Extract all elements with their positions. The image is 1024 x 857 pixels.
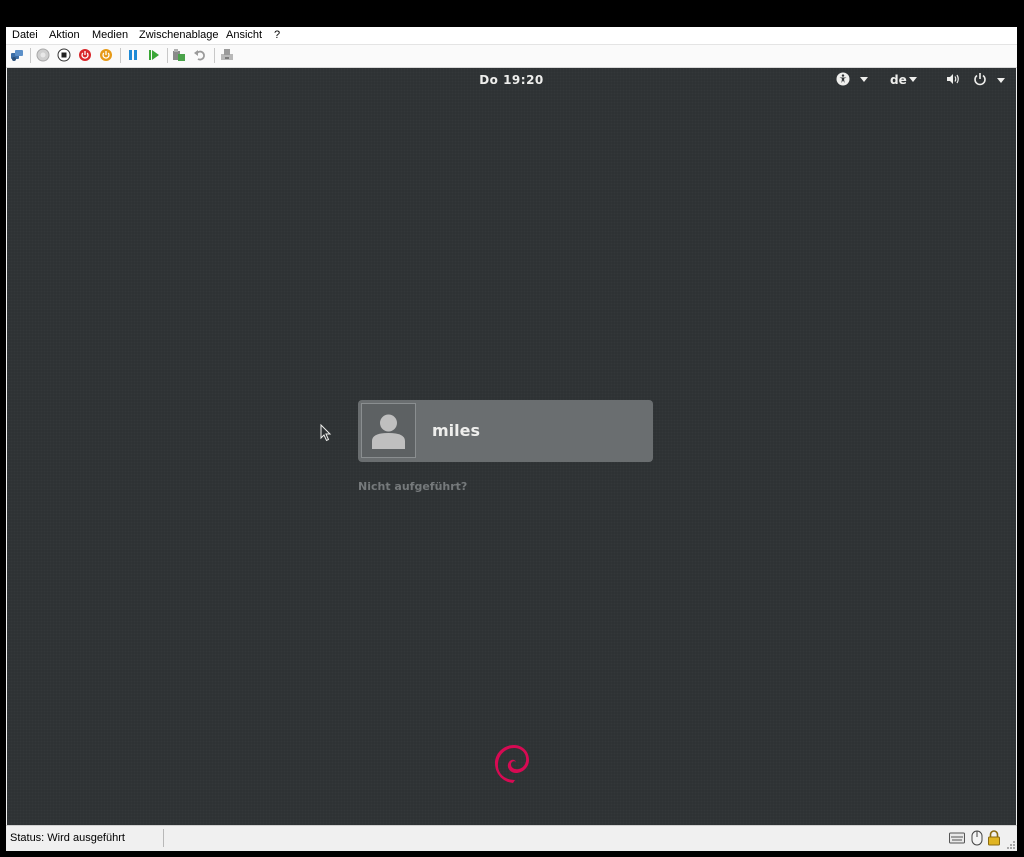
- user-list-item[interactable]: miles: [358, 400, 653, 462]
- pause-icon[interactable]: [126, 48, 140, 62]
- chevron-down-icon: [909, 77, 917, 82]
- accessibility-icon: [836, 72, 850, 86]
- avatar: [361, 403, 416, 458]
- menu-bar: Datei Aktion Medien Zwischenablage Ansic…: [6, 27, 1017, 45]
- toolbar: [6, 45, 1017, 68]
- menu-help[interactable]: ?: [274, 29, 280, 41]
- gnome-top-bar: Do 19:20 de: [7, 68, 1016, 92]
- keyboard-layout-menu[interactable]: de: [885, 68, 923, 90]
- resize-grip-icon[interactable]: [1007, 841, 1015, 849]
- volume-icon: [947, 74, 959, 84]
- start-icon[interactable]: [36, 48, 50, 62]
- turn-off-icon[interactable]: [57, 48, 71, 62]
- status-bar: Status: Wird ausgeführt: [6, 825, 1017, 851]
- ctrl-alt-del-icon[interactable]: [10, 48, 24, 62]
- system-menu[interactable]: [946, 71, 1006, 89]
- keyboard-icon: [949, 832, 965, 844]
- menu-zwischenablage[interactable]: Zwischenablage: [139, 29, 219, 41]
- toolbar-separator: [214, 48, 215, 63]
- accessibility-menu[interactable]: [836, 72, 870, 88]
- debian-logo-icon: [495, 745, 529, 783]
- enhanced-session-icon[interactable]: [220, 48, 234, 62]
- status-text: Status: Wird ausgeführt: [10, 832, 125, 844]
- status-separator: [163, 829, 164, 847]
- menu-ansicht[interactable]: Ansicht: [226, 29, 262, 41]
- mouse-icon: [971, 830, 983, 846]
- vm-display[interactable]: Do 19:20 de miles Nicht aufgeführt?: [7, 68, 1016, 825]
- chevron-down-icon: [997, 78, 1005, 83]
- reset-icon[interactable]: [147, 48, 161, 62]
- toolbar-separator: [30, 48, 31, 63]
- username-label: miles: [432, 421, 481, 440]
- user-icon: [372, 414, 405, 449]
- menu-medien[interactable]: Medien: [92, 29, 128, 41]
- toolbar-separator: [167, 48, 168, 63]
- shut-down-icon[interactable]: [78, 48, 92, 62]
- menu-datei[interactable]: Datei: [12, 29, 38, 41]
- checkpoint-icon[interactable]: [172, 48, 186, 62]
- toolbar-separator: [120, 48, 121, 63]
- lock-icon: [988, 830, 1000, 846]
- chevron-down-icon: [860, 77, 868, 82]
- menu-aktion[interactable]: Aktion: [49, 29, 80, 41]
- not-listed-link[interactable]: Nicht aufgeführt?: [358, 480, 467, 493]
- vm-connection-window: Datei Aktion Medien Zwischenablage Ansic…: [6, 27, 1017, 851]
- power-icon: [974, 73, 986, 86]
- revert-icon[interactable]: [193, 48, 207, 62]
- save-state-icon[interactable]: [99, 48, 113, 62]
- keyboard-layout-label: de: [890, 73, 907, 87]
- mouse-cursor-icon: [320, 424, 332, 442]
